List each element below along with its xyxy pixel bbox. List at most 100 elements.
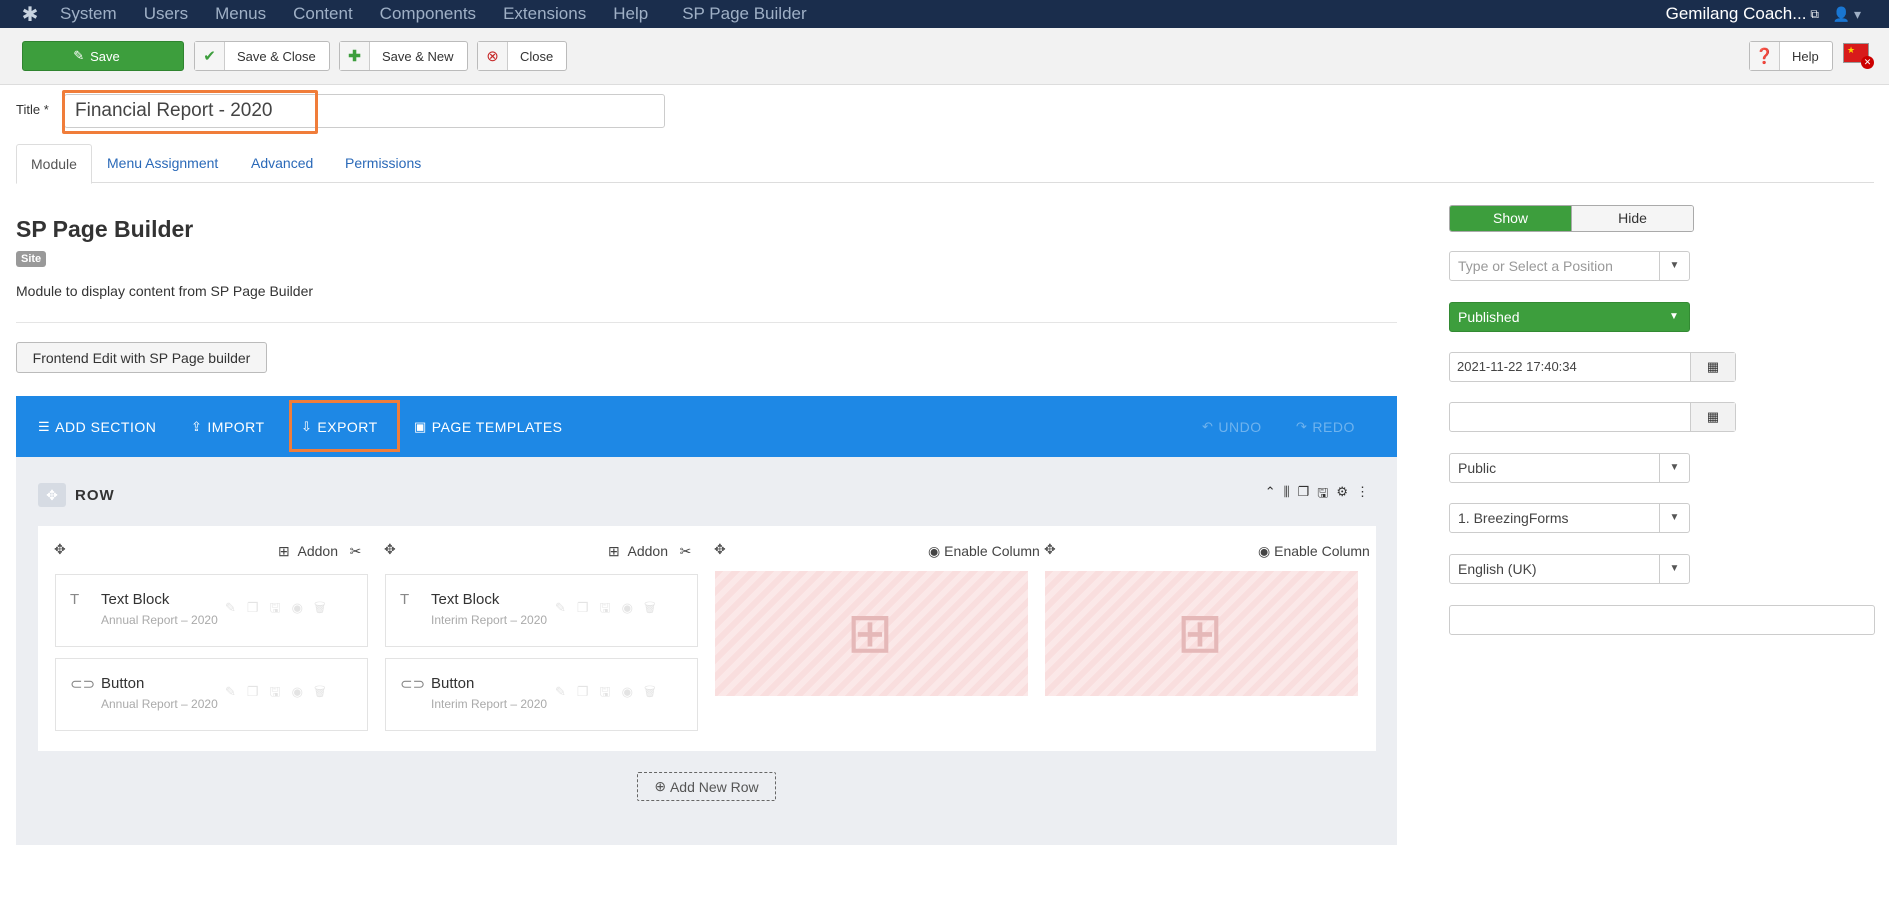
save-icon[interactable]: 🖫 — [1317, 484, 1328, 506]
column-settings-icon[interactable]: ✂ — [680, 543, 692, 560]
undo-icon: ↶ — [1202, 418, 1214, 434]
undo-button[interactable]: ↶ UNDO — [1202, 396, 1262, 457]
add-section-icon: ☰ — [38, 418, 51, 434]
row-columns: ✥ ⊞ Addon ✂ T Text Block Annual Report –… — [38, 526, 1376, 751]
nav-components[interactable]: Components — [380, 4, 476, 24]
redo-icon: ↷ — [1296, 418, 1308, 434]
download-icon: ⇩ — [301, 418, 313, 434]
close-button[interactable]: ⊗ Close — [477, 41, 568, 71]
external-link-icon: ⧉ — [1810, 6, 1819, 21]
import-button[interactable]: ⇪ IMPORT — [191, 396, 265, 457]
save-button[interactable]: ✎ Save — [22, 41, 184, 71]
check-icon: ✔ — [195, 42, 225, 70]
addon-actions[interactable]: ✎❐🖫◉🗑 — [555, 683, 667, 705]
frontend-edit-button[interactable]: Frontend Edit with SP Page builder — [16, 342, 267, 373]
row-move-icon[interactable]: ✥ — [38, 483, 66, 507]
column-move-icon[interactable]: ✥ — [384, 541, 396, 558]
button-icon: ⊂⊃ — [70, 676, 96, 693]
divider — [16, 322, 1397, 323]
enable-column-button[interactable]: ◉ Enable Column — [928, 541, 1040, 561]
show-option[interactable]: Show — [1450, 206, 1571, 231]
help-button[interactable]: ❓ Help — [1749, 41, 1833, 71]
row-header: ✥ ROW — [38, 483, 115, 507]
calendar-icon[interactable]: ▦ — [1690, 403, 1735, 431]
plus-circle-icon: ⊕ — [654, 778, 667, 794]
language-select[interactable]: English (UK) ▼ — [1449, 554, 1690, 584]
user-icon[interactable]: 👤 ▾ — [1833, 0, 1861, 28]
module-description: Module to display content from SP Page B… — [16, 283, 314, 299]
add-addon-icon: ⊞ — [608, 542, 620, 559]
tab-permissions[interactable]: Permissions — [331, 144, 435, 183]
nav-content[interactable]: Content — [293, 4, 353, 24]
addon-actions[interactable]: ✎❐🖫◉🗑 — [225, 683, 337, 705]
add-addon-button[interactable]: ⊞ Addon ✂ — [608, 541, 691, 561]
addon-card[interactable]: T Text Block Annual Report – 2020 ✎❐🖫◉🗑 — [55, 574, 368, 647]
tab-module[interactable]: Module — [16, 144, 92, 184]
title-input[interactable] — [64, 94, 665, 128]
empty-column-dropzone[interactable]: ⊞ — [715, 571, 1028, 696]
chevron-down-icon: ▼ — [1659, 555, 1689, 583]
column-move-icon[interactable]: ✥ — [1044, 541, 1056, 558]
addon-actions[interactable]: ✎❐🖫◉🗑 — [225, 599, 337, 621]
add-addon-large-icon: ⊞ — [846, 601, 894, 664]
chevron-down-icon: ▼ — [1659, 504, 1689, 532]
publish-up-field[interactable]: 2021-11-22 17:40:34 ▦ — [1449, 352, 1736, 382]
add-new-row-button[interactable]: ⊕ Add New Row — [637, 772, 776, 801]
empty-column-dropzone[interactable]: ⊞ — [1045, 571, 1358, 696]
nav-extensions[interactable]: Extensions — [503, 4, 586, 24]
eye-icon: ◉ — [1258, 542, 1271, 559]
nav-help[interactable]: Help — [613, 4, 648, 24]
cancel-icon: ⊗ — [478, 42, 508, 70]
chevron-down-icon: ▼ — [1659, 252, 1689, 280]
save-close-button[interactable]: ✔ Save & Close — [194, 41, 330, 71]
nav-menus[interactable]: Menus — [215, 4, 266, 24]
addon-card[interactable]: T Text Block Interim Report – 2020 ✎❐🖫◉🗑 — [385, 574, 698, 647]
note-input[interactable] — [1449, 605, 1875, 635]
plus-icon: ✚ — [340, 42, 370, 70]
row-label: ROW — [75, 486, 115, 504]
site-name: Gemilang Coach... — [1665, 4, 1807, 23]
add-addon-button[interactable]: ⊞ Addon ✂ — [278, 541, 361, 561]
tab-menu-assignment[interactable]: Menu Assignment — [93, 144, 232, 183]
site-link[interactable]: Gemilang Coach... ⧉ — [1666, 0, 1819, 28]
show-title-toggle[interactable]: Show Hide — [1449, 205, 1694, 232]
upload-icon: ⇪ — [191, 418, 203, 434]
nav-users[interactable]: Users — [144, 4, 188, 24]
column-move-icon[interactable]: ✥ — [54, 541, 66, 558]
duplicate-icon[interactable]: ❐ — [1298, 484, 1310, 506]
edit-icon: ✎ — [73, 48, 85, 63]
position-select[interactable]: Type or Select a Position ▼ — [1449, 251, 1690, 281]
more-icon[interactable]: ⋮ — [1356, 484, 1369, 506]
addon-actions[interactable]: ✎❐🖫◉🗑 — [555, 599, 667, 621]
export-button[interactable]: ⇩ EXPORT — [301, 396, 378, 457]
text-block-icon: T — [400, 591, 410, 608]
question-icon: ❓ — [1750, 42, 1780, 70]
access-select[interactable]: Public ▼ — [1449, 453, 1690, 483]
enable-column-button[interactable]: ◉ Enable Column — [1258, 541, 1370, 561]
calendar-icon[interactable]: ▦ — [1690, 353, 1735, 381]
language-flag-icon[interactable]: ★ ✕ — [1843, 43, 1874, 69]
addon-card[interactable]: ⊂⊃ Button Interim Report – 2020 ✎❐🖫◉🗑 — [385, 658, 698, 731]
add-section-button[interactable]: ☰ ADD SECTION — [38, 396, 156, 457]
builder-toolbar: ☰ ADD SECTION ⇪ IMPORT ⇩ EXPORT ▣ PAGE T… — [16, 396, 1397, 457]
redo-button[interactable]: ↷ REDO — [1296, 396, 1355, 457]
status-select[interactable]: Published ▼ — [1449, 302, 1690, 332]
column-move-icon[interactable]: ✥ — [714, 541, 726, 558]
ordering-select[interactable]: 1. BreezingForms ▼ — [1449, 503, 1690, 533]
chevron-down-icon: ▼ — [1659, 454, 1689, 482]
joomla-icon[interactable]: ✱ — [0, 2, 60, 27]
collapse-icon[interactable]: ⌃ — [1265, 484, 1276, 506]
add-addon-large-icon: ⊞ — [1176, 601, 1224, 664]
gear-icon[interactable]: ⚙ — [1336, 484, 1348, 506]
publish-down-field[interactable]: ▦ — [1449, 402, 1736, 432]
page-templates-button[interactable]: ▣ PAGE TEMPLATES — [414, 396, 563, 457]
columns-icon[interactable]: ⫼ — [1284, 484, 1290, 506]
tab-advanced[interactable]: Advanced — [237, 144, 327, 183]
addon-card[interactable]: ⊂⊃ Button Annual Report – 2020 ✎❐🖫◉🗑 — [55, 658, 368, 731]
column-settings-icon[interactable]: ✂ — [350, 543, 362, 560]
nav-system[interactable]: System — [60, 4, 117, 24]
chevron-down-icon: ▼ — [1669, 311, 1679, 322]
row-tools: ⌃ ⫼ ❐ 🖫 ⚙ ⋮ — [1265, 484, 1369, 506]
save-new-button[interactable]: ✚ Save & New — [339, 41, 468, 71]
hide-option[interactable]: Hide — [1571, 206, 1693, 231]
